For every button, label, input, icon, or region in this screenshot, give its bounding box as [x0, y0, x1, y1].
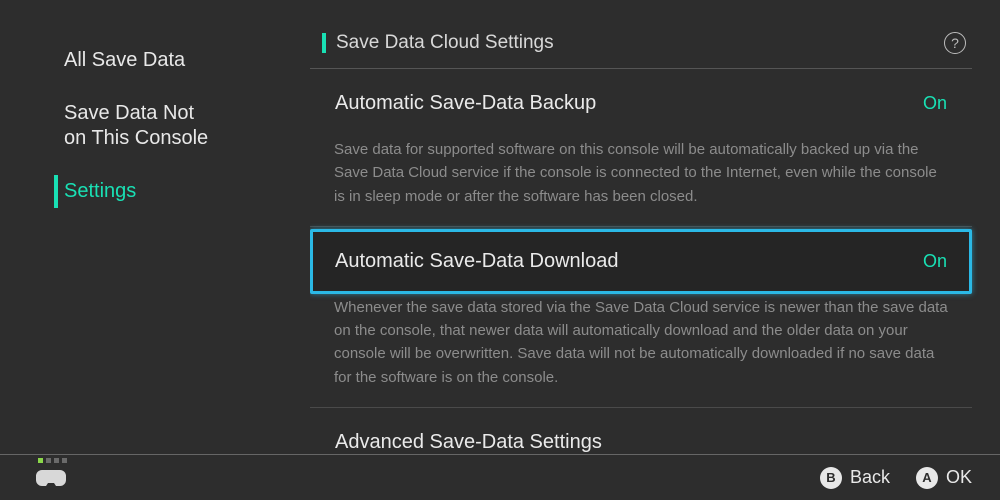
- setting-auto-backup: Automatic Save-Data Backup On Save data …: [310, 69, 972, 227]
- setting-value: On: [923, 251, 947, 272]
- setting-value: On: [923, 93, 947, 114]
- sidebar-item-not-on-console[interactable]: Save Data Noton This Console: [0, 87, 310, 165]
- footer: B Back A OK: [0, 454, 1000, 500]
- setting-label: Automatic Save-Data Download: [335, 250, 618, 273]
- setting-advanced: Advanced Save-Data Settings: [310, 408, 972, 454]
- sidebar-item-label: All Save Data: [64, 49, 185, 71]
- hint-label: Back: [850, 467, 890, 488]
- sidebar-item-settings[interactable]: Settings: [0, 165, 310, 218]
- b-button-icon: B: [820, 467, 842, 489]
- setting-description: Whenever the save data stored via the Sa…: [310, 296, 972, 407]
- controller-indicator: [36, 468, 66, 488]
- setting-row-auto-backup[interactable]: Automatic Save-Data Backup On: [310, 71, 972, 136]
- help-glyph: ?: [951, 35, 959, 51]
- hint-back[interactable]: B Back: [820, 467, 890, 489]
- controller-icon: [36, 468, 66, 488]
- hint-ok[interactable]: A OK: [916, 467, 972, 489]
- sidebar-item-label: Settings: [64, 180, 136, 202]
- setting-description: Save data for supported software on this…: [310, 138, 972, 226]
- setting-row-advanced[interactable]: Advanced Save-Data Settings: [310, 410, 972, 454]
- sidebar-item-all-save-data[interactable]: All Save Data: [0, 34, 310, 87]
- help-icon[interactable]: ?: [944, 32, 966, 54]
- a-button-icon: A: [916, 467, 938, 489]
- footer-hints: B Back A OK: [820, 467, 972, 489]
- setting-row-auto-download[interactable]: Automatic Save-Data Download On: [310, 229, 972, 294]
- setting-auto-download: Automatic Save-Data Download On Whenever…: [310, 227, 972, 408]
- hint-label: OK: [946, 467, 972, 488]
- player-dots: [38, 458, 67, 463]
- section-title-text: Save Data Cloud Settings: [336, 32, 554, 54]
- section-header: Save Data Cloud Settings ?: [310, 0, 972, 69]
- content-pane: Save Data Cloud Settings ? Automatic Sav…: [310, 0, 1000, 454]
- sidebar-item-label: Save Data Noton This Console: [64, 102, 208, 149]
- accent-bar: [322, 33, 326, 53]
- setting-label: Automatic Save-Data Backup: [335, 92, 596, 115]
- section-title: Save Data Cloud Settings: [322, 32, 554, 54]
- setting-label: Advanced Save-Data Settings: [335, 431, 602, 454]
- sidebar: All Save Data Save Data Noton This Conso…: [0, 0, 310, 454]
